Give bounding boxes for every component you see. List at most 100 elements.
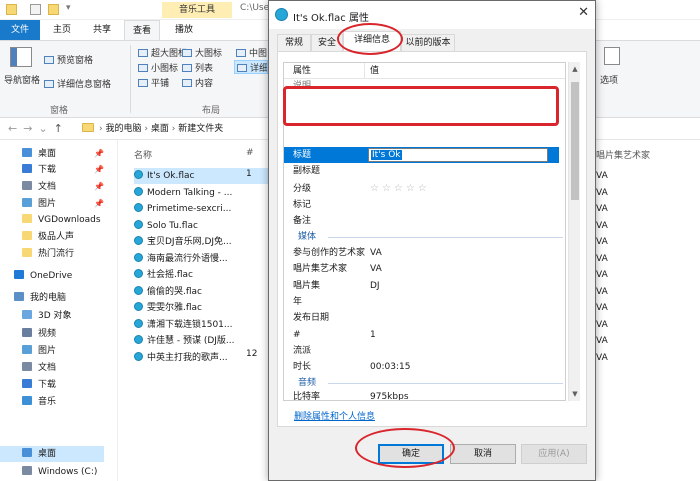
music-file-icon bbox=[134, 170, 143, 179]
preview-pane-icon bbox=[44, 56, 54, 64]
property-list-header: 属性 值 bbox=[284, 63, 565, 79]
album-artist-cell: VA bbox=[596, 171, 608, 181]
prop-subtitle[interactable]: 副标题 bbox=[293, 163, 320, 179]
details-pane-icon bbox=[44, 80, 54, 88]
nav-item[interactable]: 音乐 bbox=[22, 394, 56, 410]
nav-item[interactable]: 下载 bbox=[22, 377, 56, 393]
large-icons-button[interactable]: 大图标 bbox=[182, 46, 222, 59]
tab-home[interactable]: 主页 bbox=[44, 20, 80, 40]
preview-pane-button[interactable]: 预览窗格 bbox=[44, 53, 93, 66]
cancel-button[interactable]: 取消 bbox=[450, 444, 516, 464]
breadcrumb-desktop[interactable]: 桌面 bbox=[151, 124, 169, 134]
options-button[interactable]: 选项 bbox=[600, 73, 618, 86]
column-album-artist: 唱片集艺术家 VA VA VA VA VA VA VA VA VA VA VA VA bbox=[592, 140, 700, 481]
qat-dropdown-icon[interactable]: ▾ bbox=[66, 3, 71, 13]
forward-icon[interactable]: → bbox=[23, 122, 38, 135]
nav-item[interactable]: 图片 bbox=[22, 343, 56, 359]
nav-item-label: 下载 bbox=[38, 165, 57, 175]
details-pane-button[interactable]: 详细信息窗格 bbox=[44, 77, 111, 90]
nav-item[interactable]: 下载 bbox=[22, 162, 56, 178]
checkbox-icon[interactable] bbox=[30, 4, 41, 15]
breadcrumb[interactable]: › 我的电脑 › 桌面 › 新建文件夹 bbox=[82, 122, 282, 137]
column-number: # 1 12 bbox=[246, 140, 266, 481]
nav-item[interactable]: VGDownloads bbox=[22, 212, 101, 228]
tab-previous-versions[interactable]: 以前的版本 bbox=[401, 34, 455, 51]
remove-properties-link[interactable]: 删除属性和个人信息 bbox=[294, 409, 375, 422]
prop-media-value[interactable]: VA bbox=[370, 261, 382, 277]
property-scrollbar[interactable]: ▲ ▼ bbox=[568, 62, 580, 401]
prop-media-name[interactable]: # bbox=[293, 327, 301, 343]
nav-item[interactable]: 极品人声 bbox=[22, 229, 74, 245]
prop-media-value[interactable]: 00:03:15 bbox=[370, 359, 410, 375]
small-icons-button[interactable]: 小图标 bbox=[138, 61, 178, 74]
nav-item[interactable]: 视频 bbox=[22, 326, 56, 342]
prop-media-value[interactable]: DJ bbox=[370, 278, 380, 294]
title-edit-field[interactable]: It's Ok bbox=[368, 148, 548, 162]
scroll-up-icon[interactable]: ▲ bbox=[570, 64, 580, 74]
details-view-button[interactable]: 详细 bbox=[234, 60, 268, 74]
breadcrumb-mypc[interactable]: 我的电脑 bbox=[105, 124, 141, 134]
back-icon[interactable]: ← bbox=[8, 122, 23, 135]
prop-media-name[interactable]: 发布日期 bbox=[293, 310, 329, 326]
apply-button[interactable]: 应用(A) bbox=[521, 444, 587, 464]
prop-tags[interactable]: 标记 bbox=[293, 197, 311, 213]
tab-share[interactable]: 共享 bbox=[84, 20, 120, 40]
prop-row-title[interactable]: 标题 It's Ok bbox=[284, 147, 559, 163]
nav-item[interactable]: 桌面 bbox=[22, 146, 56, 162]
nav-item[interactable]: 文档 bbox=[22, 179, 56, 195]
header-value[interactable]: 值 bbox=[370, 63, 379, 79]
prop-media-name[interactable]: 流派 bbox=[293, 343, 311, 359]
prop-media-name[interactable]: 唱片集 bbox=[293, 278, 320, 294]
file-name: Modern Talking - ... bbox=[147, 187, 233, 198]
column-header-number[interactable]: # bbox=[246, 148, 254, 158]
file-name: 潇湘下载连锁1501... bbox=[147, 319, 233, 330]
nav-pane-button[interactable]: 导航窗格 bbox=[4, 73, 40, 86]
nav-buttons: ←→⌄↑ bbox=[8, 122, 69, 135]
prop-rating[interactable]: 分级 bbox=[293, 181, 311, 197]
prop-media-name[interactable]: 年 bbox=[293, 294, 302, 310]
breadcrumb-newfolder[interactable]: 新建文件夹 bbox=[178, 124, 223, 134]
tab-general[interactable]: 常规 bbox=[277, 34, 311, 51]
nav-item[interactable]: 桌面 bbox=[22, 446, 56, 462]
content-button[interactable]: 内容 bbox=[182, 76, 213, 89]
tiles-button[interactable]: 平铺 bbox=[138, 76, 169, 89]
prop-comments[interactable]: 备注 bbox=[293, 213, 311, 229]
nav-item[interactable]: 图片 bbox=[22, 196, 56, 212]
nav-item[interactable]: 我的电脑 bbox=[14, 290, 66, 306]
column-header-album-artist[interactable]: 唱片集艺术家 bbox=[596, 148, 650, 161]
nav-folder-icon bbox=[22, 231, 32, 240]
tab-play[interactable]: 播放 bbox=[164, 20, 204, 40]
header-property[interactable]: 属性 bbox=[293, 63, 311, 79]
scroll-down-icon[interactable]: ▼ bbox=[570, 389, 580, 399]
dialog-tabs: 常规 安全 详细信息 以前的版本 bbox=[269, 29, 595, 52]
music-file-icon bbox=[134, 351, 143, 361]
prop-media-value[interactable]: 1 bbox=[370, 327, 376, 343]
prop-media-name[interactable]: 参与创作的艺术家 bbox=[293, 245, 365, 261]
prop-media-name[interactable]: 唱片集艺术家 bbox=[293, 261, 347, 277]
nav-item[interactable]: 文档 bbox=[22, 360, 56, 376]
album-artist-cell: VA bbox=[596, 187, 608, 198]
properties-dialog: It's Ok.flac 属性 ✕ 常规 安全 详细信息 以前的版本 属性 值 … bbox=[268, 0, 596, 481]
tab-view[interactable]: 查看 bbox=[124, 20, 160, 40]
xl-icons-button[interactable]: 超大图标 bbox=[138, 46, 187, 59]
prop-media-value[interactable]: VA bbox=[370, 245, 382, 261]
up-icon[interactable]: ↑ bbox=[54, 122, 69, 135]
new-folder-icon[interactable] bbox=[48, 4, 59, 15]
rating-stars[interactable]: ☆☆☆☆☆ bbox=[370, 181, 430, 197]
nav-item[interactable]: OneDrive bbox=[14, 268, 72, 284]
list-button[interactable]: 列表 bbox=[182, 61, 213, 74]
scrollbar-thumb[interactable] bbox=[571, 82, 579, 200]
nav-item-label: 我的电脑 bbox=[30, 293, 67, 303]
nav-item[interactable]: 3D 对象 bbox=[22, 308, 72, 324]
nav-item[interactable]: Windows (C:) bbox=[22, 464, 97, 480]
nav-folder-icon bbox=[22, 310, 32, 319]
file-name: 中英主打我的歌声... bbox=[147, 352, 228, 363]
prop-media-name[interactable]: 时长 bbox=[293, 359, 311, 375]
column-header-name[interactable]: 名称 bbox=[134, 148, 152, 161]
recent-dropdown-icon[interactable]: ⌄ bbox=[38, 122, 53, 135]
nav-item[interactable]: 热门流行 bbox=[22, 246, 74, 262]
close-icon[interactable]: ✕ bbox=[578, 5, 589, 20]
medium-icons-button[interactable]: 中图 bbox=[236, 46, 268, 59]
tab-file[interactable]: 文件 bbox=[0, 20, 40, 40]
nav-item-label: OneDrive bbox=[30, 271, 73, 281]
